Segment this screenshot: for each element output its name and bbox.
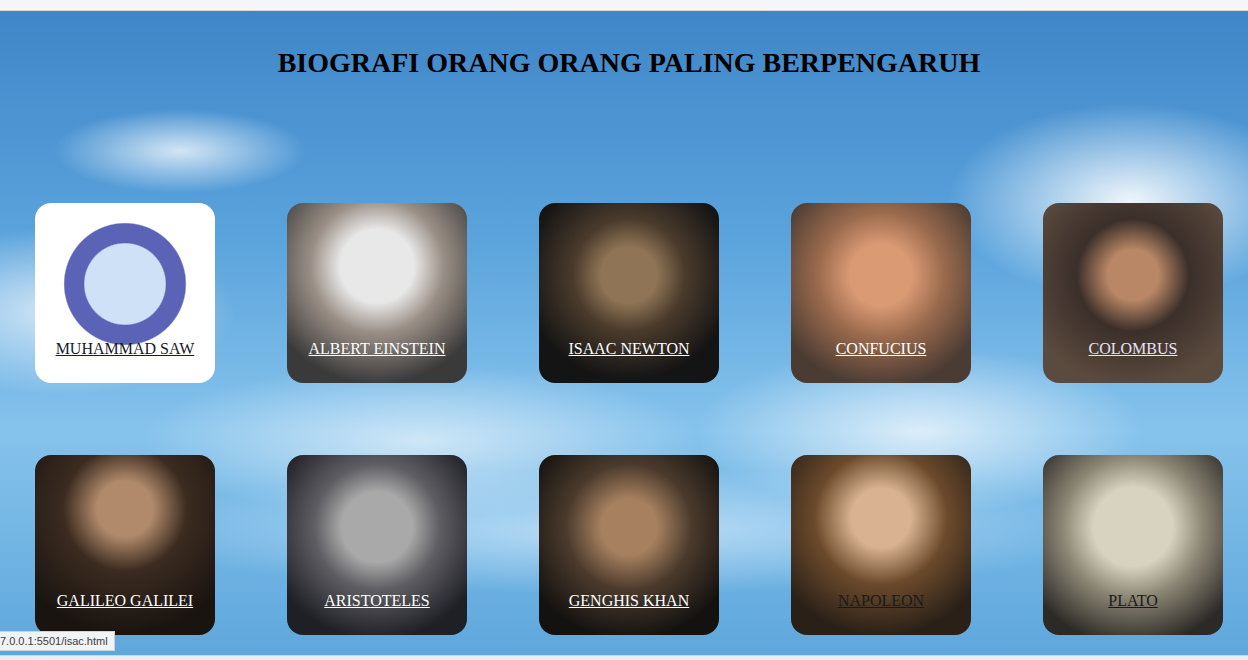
person-link[interactable]: CONFUCIUS (836, 339, 927, 359)
person-card[interactable]: ISAAC NEWTON (539, 203, 719, 383)
person-link[interactable]: ALBERT EINSTEIN (309, 339, 446, 359)
person-card[interactable]: GENGHIS KHAN (539, 455, 719, 635)
page-title: BIOGRAFI ORANG ORANG PALING BERPENGARUH (0, 47, 1248, 79)
person-link[interactable]: COLOMBUS (1089, 339, 1178, 359)
person-link[interactable]: GENGHIS KHAN (569, 591, 689, 611)
people-grid: MUHAMMAD SAW ALBERT EINSTEIN ISAAC NEWTON C… (0, 203, 1248, 635)
person-link[interactable]: MUHAMMAD SAW (56, 339, 195, 359)
person-card[interactable]: GALILEO GALILEI (35, 455, 215, 635)
bottom-strip (0, 655, 1248, 660)
person-link[interactable]: ARISTOTELES (324, 591, 429, 611)
page-background: BIOGRAFI ORANG ORANG PALING BERPENGARUH … (0, 11, 1248, 655)
person-card[interactable]: PLATO (1043, 455, 1223, 635)
person-card[interactable]: CONFUCIUS (791, 203, 971, 383)
person-link[interactable]: NAPOLEON (838, 591, 924, 611)
browser-top-bar (0, 0, 1248, 11)
status-link-preview: 7.0.0.1:5501/isac.html (0, 631, 115, 651)
person-card[interactable]: ARISTOTELES (287, 455, 467, 635)
person-card[interactable]: COLOMBUS (1043, 203, 1223, 383)
person-card[interactable]: NAPOLEON (791, 455, 971, 635)
person-card[interactable]: ALBERT EINSTEIN (287, 203, 467, 383)
person-link[interactable]: ISAAC NEWTON (568, 339, 689, 359)
person-link[interactable]: PLATO (1108, 591, 1158, 611)
person-link[interactable]: GALILEO GALILEI (57, 591, 193, 611)
person-card[interactable]: MUHAMMAD SAW (35, 203, 215, 383)
